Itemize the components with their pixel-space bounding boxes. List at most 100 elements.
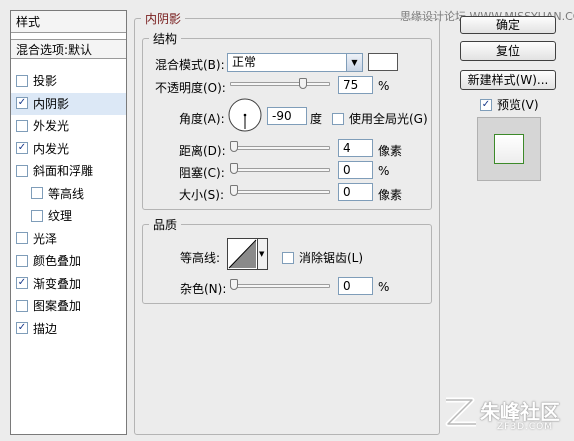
checkbox-icon[interactable] (16, 119, 28, 132)
style-item[interactable]: ✓ 渐变叠加 (11, 273, 126, 295)
contour-preview-icon (228, 239, 257, 269)
checkbox-icon[interactable] (16, 74, 28, 87)
choke-slider-thumb[interactable] (230, 163, 238, 174)
inner-shadow-title: 内阴影 (145, 12, 182, 26)
preview-check-icon[interactable]: ✓ (480, 98, 492, 111)
checkbox-icon[interactable]: ✓ (16, 322, 28, 334)
choke-unit: % (378, 164, 390, 178)
style-item[interactable]: ✓ 内阴影 (11, 92, 126, 115)
checkbox-icon[interactable]: ✓ (16, 97, 28, 109)
preview-swatch (494, 134, 524, 164)
distance-slider-thumb[interactable] (230, 141, 238, 152)
style-item-label: 图案叠加 (33, 299, 82, 313)
blend-mode-value: 正常 (232, 55, 257, 69)
style-item[interactable]: 斜面和浮雕 (11, 160, 126, 182)
chevron-down-icon: ▼ (259, 250, 265, 258)
opacity-unit: % (378, 79, 390, 93)
distance-input[interactable]: 4 (338, 139, 373, 157)
angle-label: 角度(A): (179, 112, 225, 126)
blend-mode-label: 混合模式(B): (155, 58, 225, 72)
style-item-label: 投影 (33, 74, 58, 88)
antialias-label: 消除锯齿(L) (299, 251, 364, 265)
reset-button[interactable]: 复位 (460, 41, 556, 61)
antialias-checkbox[interactable]: 消除锯齿(L) (282, 249, 363, 266)
preview-label: 预览(V) (497, 98, 539, 112)
style-item-label: 内阴影 (33, 96, 70, 111)
distance-slider[interactable] (230, 146, 330, 150)
styles-list: 样式 混合选项:默认 投影 ✓ 内阴影外发光 ✓ 内发光斜面和浮雕等高线纹理光泽颜色叠加… (10, 10, 127, 435)
contour-label: 等高线: (180, 251, 221, 265)
distance-unit: 像素 (378, 144, 403, 158)
choke-input[interactable]: 0 (338, 161, 373, 179)
noise-input[interactable]: 0 (338, 277, 373, 295)
chevron-down-icon[interactable]: ▼ (346, 54, 362, 71)
style-item[interactable]: 纹理 (11, 205, 126, 227)
style-item-label: 光泽 (33, 231, 58, 246)
style-item[interactable]: ✓ 内发光 (11, 138, 126, 160)
ok-button[interactable]: 确定 (460, 16, 556, 34)
styles-header[interactable]: 样式 (11, 11, 126, 33)
style-item[interactable]: ✓ 描边 (11, 318, 126, 340)
watermark-url: ZF3D.COM (497, 422, 553, 432)
angle-input[interactable]: -90 (267, 107, 307, 125)
style-item-label: 外发光 (33, 119, 70, 133)
checkbox-icon[interactable] (16, 232, 28, 244)
style-item[interactable]: 外发光 (11, 115, 126, 137)
size-slider[interactable] (230, 190, 330, 194)
structure-title: 结构 (153, 32, 178, 46)
style-item-label: 等高线 (48, 186, 85, 201)
checkbox-icon[interactable] (31, 187, 43, 199)
noise-slider[interactable] (230, 284, 330, 288)
style-item-label: 描边 (33, 321, 58, 336)
quality-title: 品质 (153, 218, 178, 232)
checkbox-icon[interactable] (16, 254, 28, 267)
checkbox-icon[interactable] (31, 209, 43, 222)
checkbox-icon[interactable]: ✓ (16, 277, 28, 289)
angle-dial[interactable] (228, 98, 262, 132)
opacity-slider-thumb[interactable] (299, 78, 307, 89)
checkbox-icon[interactable] (16, 299, 28, 312)
blend-mode-select[interactable]: 正常 ▼ (227, 53, 363, 72)
size-unit: 像素 (378, 188, 403, 202)
angle-unit: 度 (310, 112, 323, 126)
style-item[interactable]: 等高线 (11, 183, 126, 205)
style-item[interactable]: 光泽 (11, 228, 126, 250)
new-style-button[interactable]: 新建样式(W)... (460, 70, 556, 90)
noise-label: 杂色(N): (180, 282, 227, 296)
size-label: 大小(S): (179, 188, 225, 202)
size-slider-thumb[interactable] (230, 185, 238, 196)
angle-dial-icon[interactable] (228, 98, 262, 132)
style-item-label: 渐变叠加 (33, 276, 82, 291)
style-item[interactable]: 颜色叠加 (11, 250, 126, 272)
size-input[interactable]: 0 (338, 183, 373, 201)
choke-label: 阻塞(C): (179, 166, 225, 180)
style-preview-thumbnail (477, 117, 541, 181)
style-item[interactable]: 图案叠加 (11, 295, 126, 317)
antialias-check-icon[interactable] (282, 251, 294, 264)
global-light-label: 使用全局光(G) (349, 112, 428, 126)
global-light-check-icon[interactable] (332, 112, 344, 125)
opacity-label: 不透明度(O): (155, 81, 226, 95)
noise-slider-thumb[interactable] (230, 279, 238, 290)
opacity-slider[interactable] (230, 82, 330, 86)
style-item-label: 纹理 (48, 209, 73, 223)
global-light-checkbox[interactable]: 使用全局光(G) (332, 110, 428, 127)
watermark-logo (442, 392, 480, 433)
logo-icon (445, 397, 476, 427)
blend-options-item[interactable]: 混合选项:默认 (11, 39, 126, 59)
noise-unit: % (378, 280, 390, 294)
contour-picker[interactable] (227, 238, 258, 270)
style-item-label: 颜色叠加 (33, 254, 82, 268)
blend-color-swatch[interactable] (368, 53, 398, 71)
style-item-label: 斜面和浮雕 (33, 164, 94, 178)
watermark-bottom: 朱峰社区 (480, 400, 560, 424)
preview-checkbox[interactable]: ✓ 预览(V) (480, 96, 539, 113)
checkbox-icon[interactable]: ✓ (16, 142, 28, 154)
style-item-label: 内发光 (33, 141, 70, 156)
distance-label: 距离(D): (179, 144, 226, 158)
contour-dropdown-button[interactable]: ▼ (258, 238, 268, 270)
style-item[interactable]: 投影 (11, 70, 126, 92)
checkbox-icon[interactable] (16, 164, 28, 177)
opacity-input[interactable]: 75 (338, 76, 373, 94)
choke-slider[interactable] (230, 168, 330, 172)
